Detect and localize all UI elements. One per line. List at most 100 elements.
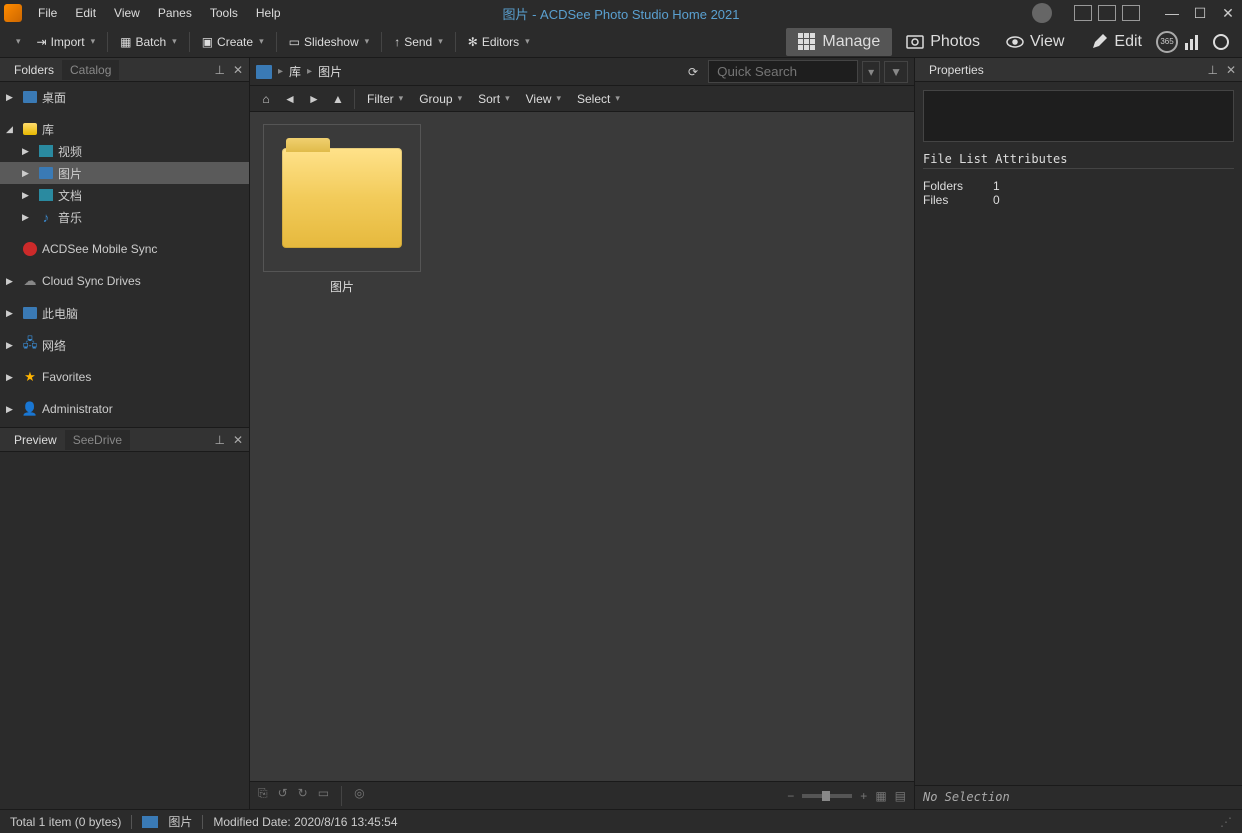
import-button[interactable]: ⇥ Import▾ xyxy=(31,31,102,53)
user-account-icon[interactable] xyxy=(1032,3,1052,23)
tree-favorites[interactable]: ▶★Favorites xyxy=(0,366,249,388)
send-button[interactable]: ↑ Send▾ xyxy=(388,31,449,53)
preview-panel-header: Preview SeeDrive ⊥ ✕ xyxy=(0,428,249,452)
tree-mobile-sync[interactable]: ACDSee Mobile Sync xyxy=(0,238,249,260)
compare-icon[interactable]: ▭ xyxy=(318,786,329,806)
group-menu[interactable]: Group▾ xyxy=(413,89,468,109)
pin-icon[interactable]: ⊥ xyxy=(1207,63,1217,77)
tree-library[interactable]: ◢库 xyxy=(0,118,249,140)
tree-music[interactable]: ▶♪音乐 xyxy=(0,206,249,228)
tab-folders[interactable]: Folders xyxy=(6,60,62,80)
preview-body xyxy=(0,452,249,809)
rotate-right-icon[interactable]: ↻ xyxy=(298,786,308,806)
zoom-in-icon[interactable]: + xyxy=(860,789,867,803)
tree-cloud-drives[interactable]: ▶☁Cloud Sync Drives xyxy=(0,270,249,292)
tree-desktop[interactable]: ▶桌面 xyxy=(0,86,249,108)
chevron-right-icon: ▸ xyxy=(307,66,312,77)
menu-tools[interactable]: Tools xyxy=(202,2,246,24)
status-bar: Total 1 item (0 bytes) 图片 Modified Date:… xyxy=(0,809,1242,833)
refresh-icon[interactable]: ⟳ xyxy=(688,65,698,79)
breadcrumb-bar: ▸ 库 ▸ 图片 ⟳ ▾ ▼ xyxy=(250,58,914,86)
maximize-button[interactable]: ☐ xyxy=(1190,4,1210,22)
folder-icon xyxy=(256,65,272,79)
dashboard-icon[interactable] xyxy=(1180,28,1206,56)
folders-tree[interactable]: ▶桌面 ◢库 ▶视频 ▶图片 ▶文档 ▶♪音乐 ACDSee Mobile Sy… xyxy=(0,82,249,427)
menu-help[interactable]: Help xyxy=(248,2,289,24)
status-current: 图片 xyxy=(168,813,192,830)
close-icon[interactable]: ✕ xyxy=(233,63,243,77)
mode-edit[interactable]: Edit xyxy=(1078,28,1154,56)
create-button[interactable]: ▣ Create▾ xyxy=(196,31,270,53)
tree-network[interactable]: ▶🖧网络 xyxy=(0,334,249,356)
mode-manage[interactable]: Manage xyxy=(786,28,892,56)
external-editor-icon[interactable]: ⎘ xyxy=(258,786,268,806)
select-menu[interactable]: Select▾ xyxy=(571,89,626,109)
filter-menu[interactable]: Filter▾ xyxy=(361,89,409,109)
chevron-right-icon: ▸ xyxy=(278,66,283,77)
toolbar-dropdown-icon[interactable]: ▾ xyxy=(8,32,27,51)
properties-panel-header: Properties ⊥ ✕ xyxy=(915,58,1242,82)
view-toolbar: ⌂ ◄ ► ▲ Filter▾ Group▾ Sort▾ View▾ Selec… xyxy=(250,86,914,112)
main-toolbar: ▾ ⇥ Import▾ ▦ Batch▾ ▣ Create▾ ▭ Slidesh… xyxy=(0,26,1242,58)
close-icon[interactable]: ✕ xyxy=(1226,63,1236,77)
tab-seedrive[interactable]: SeeDrive xyxy=(65,430,130,450)
editors-button[interactable]: ✻ Editors▾ xyxy=(462,31,536,53)
tab-properties[interactable]: Properties xyxy=(921,60,992,80)
layout-icons[interactable] xyxy=(1074,5,1140,21)
resize-grip[interactable]: ⋰ xyxy=(1220,815,1232,829)
properties-preview-box xyxy=(923,90,1234,142)
status-folder-icon xyxy=(142,816,158,828)
list-view-icon[interactable]: ▤ xyxy=(895,789,906,803)
thumbnail-label: 图片 xyxy=(330,278,354,295)
tree-administrator[interactable]: ▶👤Administrator xyxy=(0,398,249,420)
menu-file[interactable]: File xyxy=(30,2,65,24)
tree-this-pc[interactable]: ▶此电脑 xyxy=(0,302,249,324)
zoom-slider[interactable] xyxy=(802,794,852,798)
forward-icon[interactable]: ► xyxy=(304,89,324,109)
slideshow-button[interactable]: ▭ Slideshow▾ xyxy=(283,31,376,53)
close-icon[interactable]: ✕ xyxy=(233,433,243,447)
sync-icon[interactable] xyxy=(1208,28,1234,56)
status-total: Total 1 item (0 bytes) xyxy=(10,815,121,829)
filter-icon[interactable]: ▼ xyxy=(884,61,908,83)
prop-files: Files0 xyxy=(923,193,1234,207)
no-selection-label: No Selection xyxy=(915,785,1242,809)
breadcrumb-library[interactable]: 库 xyxy=(289,63,301,80)
menu-edit[interactable]: Edit xyxy=(67,2,104,24)
breadcrumb-pictures[interactable]: 图片 xyxy=(318,63,342,80)
bottom-toolbar: ⎘ ↺ ↻ ▭ ◎ − + ▦ ▤ xyxy=(250,781,914,809)
view-menu[interactable]: View▾ xyxy=(520,89,567,109)
window-title: 图片 - ACDSee Photo Studio Home 2021 xyxy=(502,4,739,23)
mode-365-icon[interactable]: 365 xyxy=(1156,31,1178,53)
close-button[interactable]: ✕ xyxy=(1218,4,1238,22)
menu-view[interactable]: View xyxy=(106,2,148,24)
file-list-area[interactable]: 图片 xyxy=(250,112,914,781)
back-icon[interactable]: ◄ xyxy=(280,89,300,109)
mode-photos[interactable]: Photos xyxy=(894,28,992,56)
sort-menu[interactable]: Sort▾ xyxy=(472,89,516,109)
file-list-attributes-header: File List Attributes xyxy=(923,152,1234,169)
search-dropdown-icon[interactable]: ▾ xyxy=(862,61,880,83)
tree-pictures[interactable]: ▶图片 xyxy=(0,162,249,184)
tree-video[interactable]: ▶视频 xyxy=(0,140,249,162)
mode-view[interactable]: View xyxy=(994,28,1076,56)
target-icon[interactable]: ◎ xyxy=(354,786,364,806)
tree-documents[interactable]: ▶文档 xyxy=(0,184,249,206)
pin-icon[interactable]: ⊥ xyxy=(214,63,224,77)
app-icon xyxy=(4,4,22,22)
prop-folders: Folders1 xyxy=(923,179,1234,193)
search-input[interactable] xyxy=(708,60,858,83)
rotate-left-icon[interactable]: ↺ xyxy=(278,786,288,806)
zoom-out-icon[interactable]: − xyxy=(787,789,794,803)
tab-catalog[interactable]: Catalog xyxy=(62,60,119,80)
properties-body: File List Attributes Folders1 Files0 xyxy=(915,82,1242,785)
thumb-view-icon[interactable]: ▦ xyxy=(875,789,886,803)
batch-button[interactable]: ▦ Batch▾ xyxy=(114,31,183,53)
pin-icon[interactable]: ⊥ xyxy=(214,433,224,447)
tab-preview[interactable]: Preview xyxy=(6,430,65,450)
minimize-button[interactable]: — xyxy=(1162,4,1182,22)
up-icon[interactable]: ▲ xyxy=(328,89,348,109)
menu-panes[interactable]: Panes xyxy=(150,2,200,24)
home-icon[interactable]: ⌂ xyxy=(256,89,276,109)
folder-thumbnail[interactable]: 图片 xyxy=(262,124,422,295)
